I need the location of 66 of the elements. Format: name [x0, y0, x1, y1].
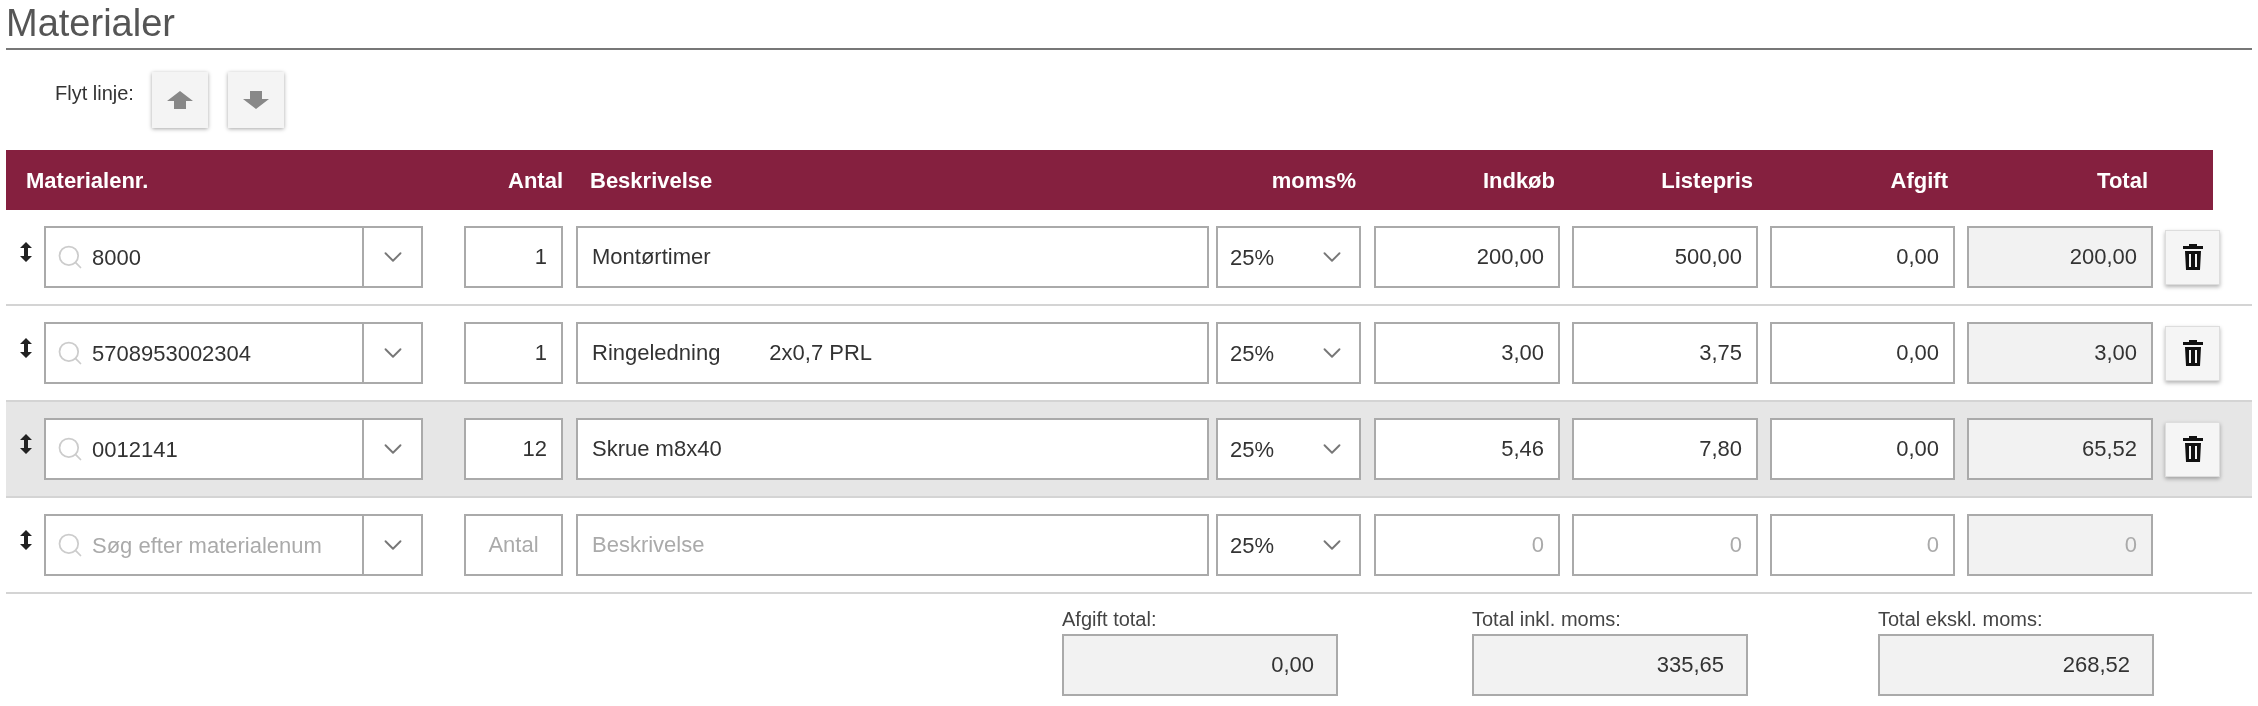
list-price-field[interactable]: 0 [1572, 514, 1758, 576]
delete-button[interactable] [2165, 421, 2220, 477]
search-icon [56, 435, 84, 463]
column-header: Beskrivelse [590, 166, 714, 195]
list-price-field[interactable]: 500,00 [1572, 226, 1758, 288]
list-price-field[interactable]: 3,75 [1572, 322, 1758, 384]
total-label: Total inkl. moms: [1472, 607, 1622, 632]
reorder-icon[interactable] [20, 530, 32, 550]
fee-field[interactable]: 0,00 [1770, 226, 1955, 288]
column-header: Listepris [1660, 166, 1753, 195]
total-field[interactable]: 65,52 [1967, 418, 2153, 480]
list-price-field[interactable]: 7,80 [1572, 418, 1758, 480]
purchase-price-field[interactable]: 5,46 [1374, 418, 1560, 480]
search-icon [56, 243, 84, 271]
purchase-price-field[interactable]: 3,00 [1374, 322, 1560, 384]
reorder-icon[interactable] [20, 434, 32, 454]
trash-icon [2181, 243, 2204, 271]
total-field[interactable]: 0 [1967, 514, 2153, 576]
description-field[interactable]: Beskrivelse [576, 514, 1209, 576]
purchase-price-field[interactable]: 0 [1374, 514, 1560, 576]
quantity-field[interactable]: Antal [464, 514, 563, 576]
description-field[interactable]: Skrue m8x40 [576, 418, 1209, 480]
total-value-field[interactable]: 268,52 [1878, 634, 2154, 696]
total-field[interactable]: 200,00 [1967, 226, 2153, 288]
arrow-up-icon [166, 91, 193, 109]
total-label: Total ekskl. moms: [1878, 607, 2044, 632]
section-title: Materialer [6, 1, 176, 46]
total-field[interactable]: 3,00 [1967, 322, 2153, 384]
table-row[interactable]: 0012141 12 Skrue m8x40 25% 5,46 7,80 0,00 65,52 [6, 402, 2252, 498]
vat-select[interactable]: 25% [1216, 418, 1361, 480]
delete-button[interactable] [2165, 229, 2220, 285]
description-field[interactable]: Ringeledning 2x0,7 PRL [576, 322, 1209, 384]
delete-button[interactable] [2165, 325, 2220, 381]
reorder-icon[interactable] [20, 338, 32, 358]
move-line-label: Flyt linje: [55, 81, 134, 106]
vat-select[interactable]: 25% [1216, 226, 1361, 288]
total-label: Afgift total: [1062, 607, 1158, 632]
purchase-price-field[interactable]: 200,00 [1374, 226, 1560, 288]
quantity-field[interactable]: 1 [464, 226, 563, 288]
move-down-button[interactable] [227, 72, 284, 128]
search-icon [56, 339, 84, 367]
column-header: moms% [1270, 166, 1356, 195]
column-header: Indkøb [1481, 166, 1555, 195]
trash-icon [2181, 339, 2204, 367]
description-field[interactable]: Montørtimer [576, 226, 1209, 288]
move-up-button[interactable] [151, 72, 208, 128]
search-icon [56, 531, 84, 559]
total-value-field[interactable]: 0,00 [1062, 634, 1338, 696]
reorder-icon[interactable] [20, 242, 32, 262]
fee-field[interactable]: 0,00 [1770, 322, 1955, 384]
quantity-field[interactable]: 12 [464, 418, 563, 480]
column-header: Antal [507, 166, 563, 195]
arrow-down-icon [242, 91, 269, 109]
material-combobox[interactable]: 5708953002304 [44, 322, 423, 384]
vat-select[interactable]: 25% [1216, 322, 1361, 384]
material-combobox[interactable]: 8000 [44, 226, 423, 288]
fee-field[interactable]: 0 [1770, 514, 1955, 576]
quantity-field[interactable]: 1 [464, 322, 563, 384]
total-value-field[interactable]: 335,65 [1472, 634, 1748, 696]
material-combobox[interactable]: 0012141 [44, 418, 423, 480]
trash-icon [2181, 435, 2204, 463]
column-header: Total [2096, 166, 2148, 195]
fee-field[interactable]: 0,00 [1770, 418, 1955, 480]
column-header: Afgift [1889, 166, 1948, 195]
column-header: Materialenr. [26, 166, 150, 195]
vat-select[interactable]: 25% [1216, 514, 1361, 576]
